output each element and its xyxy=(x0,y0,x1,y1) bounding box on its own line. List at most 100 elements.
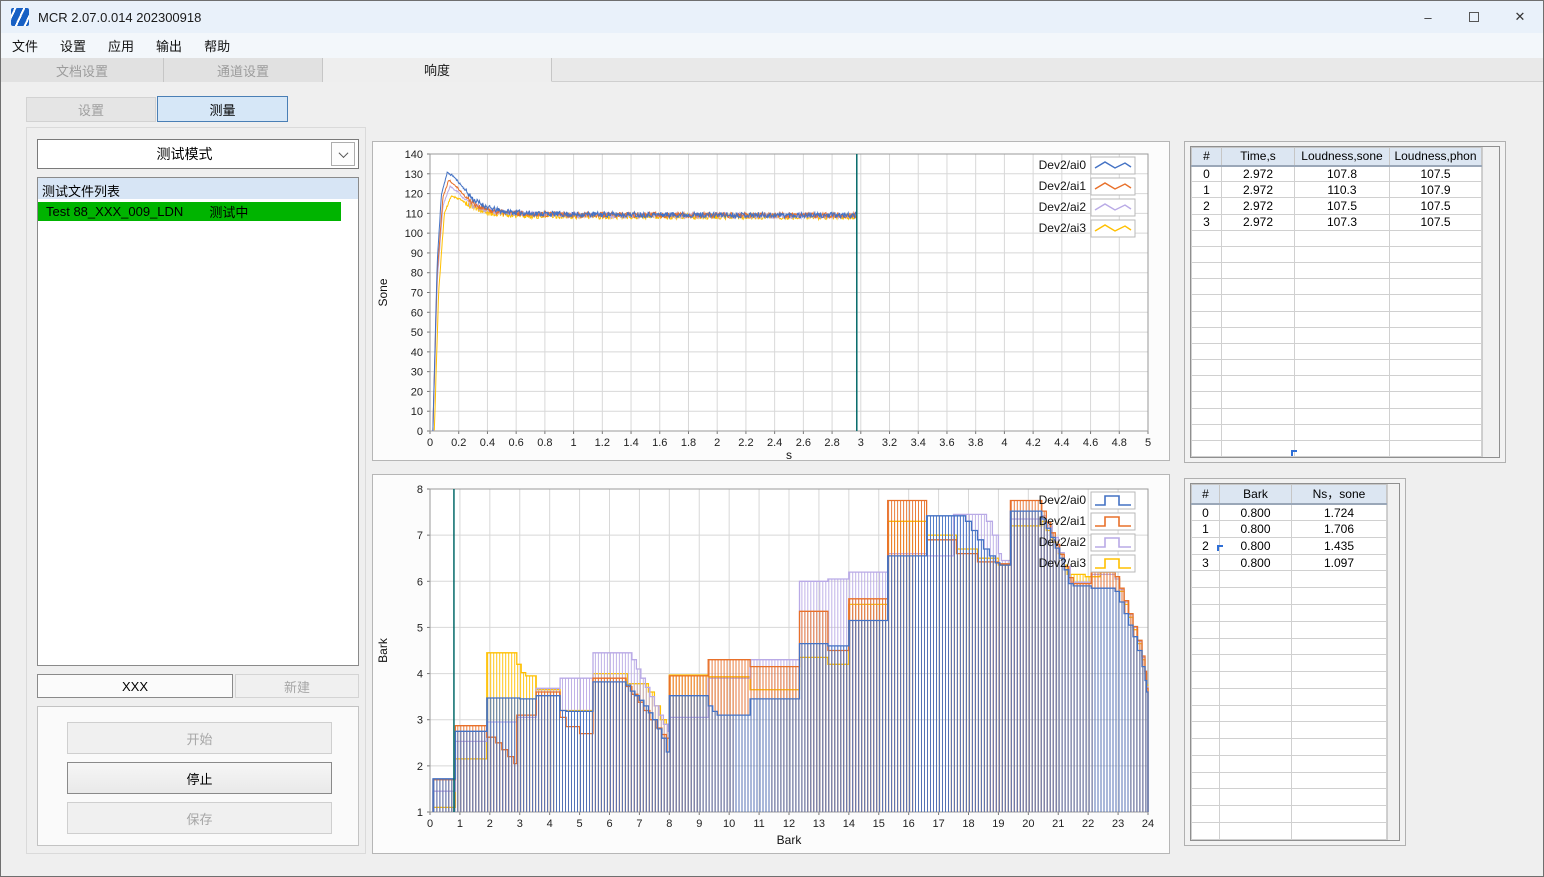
table-row[interactable] xyxy=(1191,407,1482,425)
column-header[interactable]: Time,s xyxy=(1221,146,1295,167)
table-row[interactable]: 2 2.972 107.5 107.5 xyxy=(1191,197,1482,215)
new-button[interactable]: 新建 xyxy=(235,674,359,698)
test-mode-select[interactable]: 测试模式 xyxy=(37,139,359,169)
table-row[interactable]: 0 0.800 1.724 xyxy=(1191,503,1387,522)
save-button[interactable]: 保存 xyxy=(67,802,332,834)
svg-text:17: 17 xyxy=(932,818,944,830)
table-row[interactable] xyxy=(1191,310,1482,328)
menu-help[interactable]: 帮助 xyxy=(193,33,241,58)
dropdown-button[interactable] xyxy=(331,142,355,166)
svg-text:3.4: 3.4 xyxy=(911,437,926,449)
column-header[interactable]: Loudness,sone xyxy=(1294,146,1390,167)
column-header[interactable]: # xyxy=(1191,483,1220,505)
table-row[interactable]: 0 2.972 107.8 107.5 xyxy=(1191,165,1482,183)
loudness-time-chart[interactable]: 0 0.2 0.4 0.6 0.8 1 1.2 1.4 1.6 1.8 2 2.2 2.4 2.6 2.8 3… xyxy=(372,141,1170,462)
table-row[interactable] xyxy=(1191,805,1387,823)
measure-button[interactable]: 测量 xyxy=(157,96,288,122)
svg-text:30: 30 xyxy=(411,367,423,379)
svg-text:0.8: 0.8 xyxy=(537,437,552,449)
table-row[interactable] xyxy=(1191,754,1387,773)
test-file-listbox[interactable]: 测试文件列表 Test 88_XXX_009_LDN 测试中 xyxy=(37,177,359,666)
table-row[interactable] xyxy=(1191,423,1482,441)
loudness-table-scroll-strip[interactable] xyxy=(1482,147,1499,457)
control-groupbox: 开始 停止 保存 xyxy=(37,706,359,846)
list-item-test-file[interactable]: Test 88_XXX_009_LDN 测试中 xyxy=(38,202,341,221)
tab-strip: 文档设置 通道设置 响度 xyxy=(1,58,1543,82)
svg-text:s: s xyxy=(786,448,792,460)
table-row[interactable]: 3 2.972 107.3 107.5 xyxy=(1191,213,1482,231)
table-row[interactable] xyxy=(1191,294,1482,312)
table-row[interactable]: 3 0.800 1.097 xyxy=(1191,553,1387,572)
table-row[interactable]: 1 2.972 110.3 107.9 xyxy=(1191,181,1482,199)
svg-text:Dev2/ai2: Dev2/ai2 xyxy=(1039,535,1087,549)
svg-text:13: 13 xyxy=(813,818,825,830)
svg-text:3.2: 3.2 xyxy=(882,437,897,449)
test-file-status: 测试中 xyxy=(209,205,249,220)
table-row[interactable] xyxy=(1191,788,1387,807)
svg-text:2.4: 2.4 xyxy=(767,437,782,449)
table-row[interactable] xyxy=(1191,721,1387,740)
table-row[interactable] xyxy=(1191,229,1482,247)
table-row[interactable] xyxy=(1191,821,1387,841)
loudness-table[interactable]: # Time,s Loudness,sone Loudness,phon 0 2.972 1… xyxy=(1191,146,1482,458)
svg-text:80: 80 xyxy=(411,268,423,280)
tab-channel-settings[interactable]: 通道设置 xyxy=(164,58,323,82)
column-header[interactable]: # xyxy=(1191,146,1222,167)
svg-text:4.6: 4.6 xyxy=(1083,437,1098,449)
table-row[interactable] xyxy=(1191,654,1387,673)
table-row[interactable] xyxy=(1191,439,1482,458)
svg-text:70: 70 xyxy=(411,288,423,300)
table-row[interactable]: 1 0.800 1.706 xyxy=(1191,520,1387,538)
bark-spectrum-chart[interactable]: 0 1 2 3 4 5 6 7 8 9 10 11 12 13 14 15 16 17 18 19 20 21 22 23 24… xyxy=(372,474,1170,854)
table-row[interactable] xyxy=(1191,637,1387,656)
app-window: MCR 2.07.0.014 202300918 – ✕ 文件 设置 应用 输出… xyxy=(0,0,1544,877)
table-row[interactable] xyxy=(1191,738,1387,756)
table-row[interactable] xyxy=(1191,671,1387,689)
svg-text:5: 5 xyxy=(577,818,583,830)
menu-settings[interactable]: 设置 xyxy=(49,33,97,58)
svg-text:1.2: 1.2 xyxy=(595,437,610,449)
bark-table-scroll-strip[interactable] xyxy=(1387,484,1399,840)
close-button[interactable]: ✕ xyxy=(1497,1,1543,33)
tab-loudness[interactable]: 响度 xyxy=(323,58,552,82)
table-row[interactable] xyxy=(1191,603,1387,622)
column-header[interactable]: Bark xyxy=(1219,483,1292,505)
svg-text:Bark: Bark xyxy=(777,833,803,847)
settings-button[interactable]: 设置 xyxy=(26,97,156,122)
table-row[interactable] xyxy=(1191,262,1482,280)
svg-text:Dev2/ai1: Dev2/ai1 xyxy=(1039,179,1087,193)
table-row[interactable] xyxy=(1191,704,1387,723)
column-header[interactable]: Ns，sone xyxy=(1291,483,1387,505)
svg-text:11: 11 xyxy=(753,818,764,830)
table-row[interactable] xyxy=(1191,342,1482,361)
table-row[interactable] xyxy=(1191,570,1387,589)
column-header[interactable]: Loudness,phon xyxy=(1389,146,1482,167)
start-button[interactable]: 开始 xyxy=(67,722,332,754)
svg-text:Sone: Sone xyxy=(376,278,390,306)
maximize-button[interactable] xyxy=(1451,1,1497,33)
table-row[interactable] xyxy=(1191,278,1482,296)
tab-document-settings[interactable]: 文档设置 xyxy=(1,58,164,82)
table-row[interactable] xyxy=(1191,359,1482,377)
table-row[interactable] xyxy=(1191,245,1482,264)
table-row[interactable] xyxy=(1191,326,1482,344)
menu-output[interactable]: 输出 xyxy=(145,33,193,58)
svg-text:Dev2/ai2: Dev2/ai2 xyxy=(1039,200,1087,214)
table-row[interactable] xyxy=(1191,587,1387,605)
table-row[interactable] xyxy=(1191,391,1482,409)
bark-spectrum-plot: 0 1 2 3 4 5 6 7 8 9 10 11 12 13 14 15 16 17 18 19 20 21 22 23 24… xyxy=(376,484,1154,847)
chevron-down-icon xyxy=(338,147,348,158)
svg-text:4.8: 4.8 xyxy=(1112,437,1127,449)
table-row[interactable] xyxy=(1191,687,1387,706)
bark-table[interactable]: # Bark Ns，sone 0 0.800 1.724 1 0.800 1.706 2 0.800… xyxy=(1191,483,1387,841)
svg-text:23: 23 xyxy=(1112,818,1124,830)
table-row[interactable] xyxy=(1191,620,1387,639)
xxx-button[interactable]: XXX xyxy=(37,674,233,698)
table-row[interactable] xyxy=(1191,771,1387,790)
stop-button[interactable]: 停止 xyxy=(67,762,332,794)
table-row[interactable] xyxy=(1191,375,1482,393)
minimize-button[interactable]: – xyxy=(1405,1,1451,33)
menu-apply[interactable]: 应用 xyxy=(97,33,145,58)
svg-text:Dev2/ai0: Dev2/ai0 xyxy=(1039,493,1087,507)
menu-file[interactable]: 文件 xyxy=(1,33,49,58)
